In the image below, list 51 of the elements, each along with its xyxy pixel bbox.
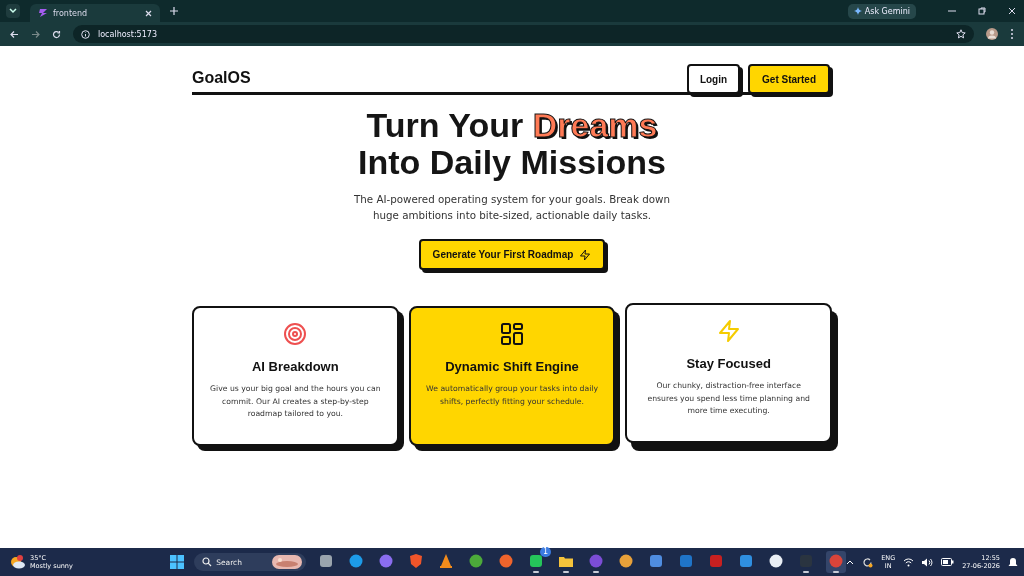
target-icon	[283, 322, 308, 346]
restore-icon[interactable]	[978, 7, 986, 15]
subtitle: The AI-powered operating system for your goals. Break down huge ambitions into bite-sized, actionable daily tasks.	[353, 192, 671, 223]
notification-icon[interactable]	[1008, 556, 1018, 568]
close-icon[interactable]	[1008, 7, 1016, 15]
wifi-icon[interactable]	[903, 557, 915, 567]
tab-list-button[interactable]	[6, 4, 20, 18]
logo[interactable]: GoalOS	[192, 69, 251, 87]
app-logo-icon	[38, 8, 48, 18]
dashboard-icon	[500, 322, 524, 346]
star-icon[interactable]	[956, 29, 966, 39]
card-title: Dynamic Shift Engine	[445, 359, 579, 374]
new-tab-icon[interactable]	[170, 7, 178, 15]
volume-icon[interactable]	[922, 557, 934, 567]
menu-icon[interactable]	[1010, 28, 1014, 40]
app-icon[interactable]	[559, 554, 574, 568]
ask-gemini-button[interactable]: Ask Gemini	[847, 3, 916, 19]
sparkle-icon	[853, 7, 862, 15]
address-field[interactable]: localhost:5173	[73, 25, 974, 43]
close-icon[interactable]	[145, 9, 152, 17]
chevron-up-icon[interactable]	[846, 559, 855, 565]
minimize-icon[interactable]	[948, 7, 956, 15]
app-icon[interactable]	[529, 554, 544, 568]
notification-badge: 1	[540, 547, 552, 557]
reload-icon[interactable]	[52, 29, 61, 39]
app-icon[interactable]	[319, 554, 334, 568]
profile-avatar-icon[interactable]	[986, 28, 998, 40]
taskbar-button[interactable]	[826, 551, 847, 573]
browser-tab[interactable]: frontend	[30, 4, 160, 22]
app-icon[interactable]	[619, 554, 634, 568]
lightning-icon	[579, 248, 592, 261]
sync-icon[interactable]	[862, 556, 874, 568]
card-title: AI Breakdown	[252, 359, 339, 374]
headline: Turn Your Dreams	[366, 107, 658, 144]
forward-icon[interactable]	[31, 29, 40, 39]
generate-roadmap-button[interactable]: Generate Your First Roadmap	[418, 239, 606, 270]
headline: Into Daily Missions	[358, 144, 666, 181]
start-icon[interactable]	[170, 555, 185, 569]
app-icon[interactable]	[769, 554, 784, 568]
lightning-icon	[716, 319, 741, 343]
battery-icon[interactable]	[941, 558, 955, 566]
chevron-down-icon[interactable]	[9, 8, 17, 14]
tab-title: frontend	[53, 8, 89, 18]
back-icon[interactable]	[10, 29, 19, 39]
info-icon	[81, 29, 90, 39]
card-title: Stay Focused	[686, 356, 771, 371]
login-button[interactable]: Login	[686, 64, 741, 94]
app-icon[interactable]	[439, 554, 454, 568]
search-icon[interactable]	[202, 557, 213, 567]
get-started-button[interactable]: Get Started	[748, 64, 830, 94]
weather-icon[interactable]	[10, 554, 26, 570]
